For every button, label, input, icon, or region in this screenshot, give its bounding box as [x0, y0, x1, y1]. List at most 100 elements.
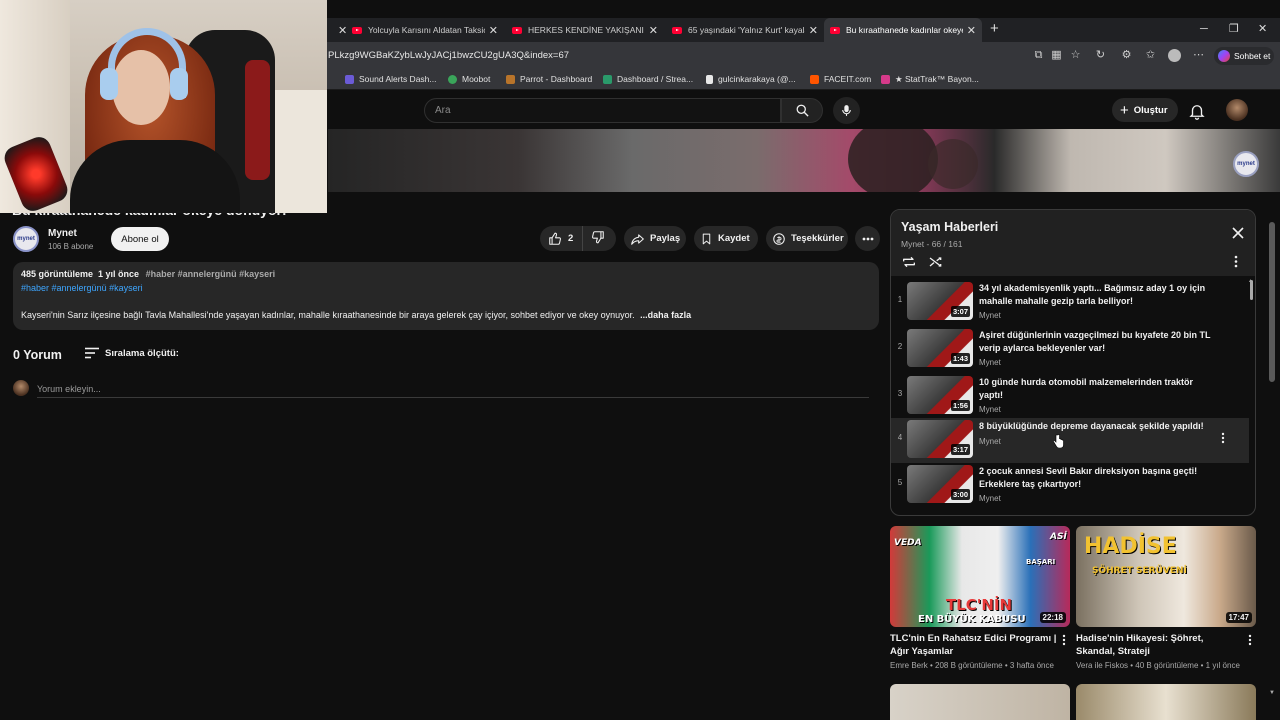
playlist-scrollbar[interactable] — [1250, 280, 1253, 300]
video-thumbnail[interactable]: 3:00 — [907, 465, 973, 503]
description-meta: 485 görüntüleme 1 yıl önce #haber #annel… — [21, 269, 275, 279]
refresh-icon[interactable]: ↻ — [1094, 49, 1107, 62]
sort-comments-button[interactable]: Sıralama ölçütü: — [85, 347, 179, 359]
favorites-icon[interactable]: ✩ — [1144, 49, 1157, 62]
video-thumbnail[interactable]: 3:07 — [907, 282, 973, 320]
star-icon[interactable]: ☆ — [1069, 49, 1082, 62]
show-more-link[interactable]: ...daha fazla — [640, 310, 691, 320]
shuffle-icon[interactable] — [928, 255, 944, 269]
recommended-video-thumbnail-partial[interactable] — [1076, 684, 1256, 720]
bookmark-item[interactable]: Dashboard / Strea... — [603, 74, 693, 84]
playlist-item-title[interactable]: 34 yıl akademisyenlik yaptı... Bağımsız … — [979, 282, 1214, 308]
close-icon[interactable]: ✕ — [489, 24, 498, 37]
dislike-button[interactable] — [583, 230, 605, 247]
browser-tab[interactable]: 65 yaşındaki 'Yalnız Kurt' kayaları ✕ — [666, 18, 824, 42]
playlist-item-title[interactable]: 10 günde hurda otomobil malzemelerinden … — [979, 376, 1214, 402]
bookmark-item[interactable]: Sound Alerts Dash... — [345, 74, 437, 84]
close-icon[interactable]: ✕ — [809, 24, 818, 37]
search-input[interactable] — [425, 99, 780, 122]
more-vertical-icon[interactable] — [1248, 634, 1252, 646]
create-button[interactable]: + Oluştur — [1112, 98, 1178, 122]
playlist-item[interactable]: 3 1:56 10 günde hurda otomobil malzemele… — [891, 374, 1249, 419]
browser-tab[interactable]: HERKES KENDİNE YAKIŞANI YAPSIN ✕ — [506, 18, 664, 42]
video-thumbnail[interactable]: VEDA ASİ BAŞARI TLC'NİN EN BÜYÜK KABUSU … — [890, 526, 1070, 627]
duration-badge: 3:07 — [950, 306, 970, 317]
playlist-item[interactable]: 2 1:43 Aşiret düğünlerinin vazgeçilmezi … — [891, 327, 1249, 372]
channel-watermark[interactable]: mynet — [1233, 151, 1259, 177]
video-player[interactable] — [328, 129, 1280, 192]
playlist-item-hovered[interactable]: 4 3:17 8 büyüklüğünde depreme dayanacak … — [891, 418, 1249, 463]
window-close-icon[interactable]: ✕ — [1258, 18, 1267, 42]
hashtag-links[interactable]: #haber #annelergünü #kayseri — [21, 283, 143, 293]
subscribe-button[interactable]: Abone ol — [111, 227, 169, 251]
scroll-down-icon[interactable]: ▼ — [1269, 690, 1275, 696]
translate-icon[interactable]: ⧉ — [1032, 49, 1045, 62]
video-thumbnail[interactable]: 1:43 — [907, 329, 973, 367]
bookmark-label: gulcinkarakaya (@... — [718, 74, 796, 84]
copilot-label: Sohbet et — [1234, 51, 1271, 61]
user-avatar[interactable] — [1226, 99, 1248, 121]
channel-avatar[interactable]: mynet — [13, 226, 39, 252]
video-thumbnail[interactable]: HADİSE ŞÖHRET SERÜVENİ 17:47 — [1076, 526, 1256, 627]
more-vertical-icon[interactable] — [1062, 634, 1066, 646]
tab-label: Yolcuyla Karısını Aldatan Taksici | B — [368, 25, 485, 35]
playlist-item[interactable]: 5 3:00 2 çocuk annesi Sevil Bakır direks… — [891, 463, 1249, 508]
description-box[interactable]: 485 görüntüleme 1 yıl önce #haber #annel… — [13, 262, 879, 330]
close-icon[interactable]: ✕ — [649, 24, 658, 37]
apps-icon[interactable]: ▦ — [1050, 49, 1063, 62]
bookmark-item[interactable]: gulcinkarakaya (@... — [706, 74, 796, 84]
playlist-title[interactable]: Yaşam Haberleri — [901, 220, 998, 234]
view-count: 485 görüntüleme — [21, 269, 94, 279]
recommended-video-thumbnail-partial[interactable] — [890, 684, 1070, 720]
bookmark-favicon-icon — [448, 74, 457, 84]
more-actions-button[interactable] — [855, 226, 880, 251]
tab-label: HERKES KENDİNE YAKIŞANI YAPSIN — [528, 25, 645, 35]
playlist-item-title[interactable]: 8 büyüklüğünde depreme dayanacak şekilde… — [979, 420, 1214, 433]
minimize-icon[interactable]: ─ — [1200, 18, 1208, 42]
playlist-subtitle: Mynet - 66 / 161 — [901, 239, 963, 249]
video-thumbnail[interactable]: 3:17 — [907, 420, 973, 458]
bookmark-item[interactable]: FACEIT.com — [810, 74, 871, 84]
video-frame-shape — [848, 129, 938, 192]
comment-input[interactable] — [37, 380, 869, 398]
recommended-video[interactable]: VEDA ASİ BAŞARI TLC'NİN EN BÜYÜK KABUSU … — [890, 526, 1070, 670]
recommended-video-title[interactable]: TLC'nin En Rahatsız Edici Programı | Ağı… — [890, 632, 1058, 658]
bookmark-label: Dashboard / Strea... — [617, 74, 694, 84]
browser-tab-active[interactable]: Bu kıraathanede kadınlar okeye de ✕ — [824, 18, 982, 42]
close-icon[interactable]: ✕ — [967, 24, 976, 37]
channel-name[interactable]: Mynet — [48, 228, 77, 239]
maximize-icon[interactable]: ❐ — [1229, 18, 1239, 42]
close-icon[interactable] — [1231, 226, 1245, 240]
more-vertical-icon[interactable] — [1221, 432, 1225, 444]
loop-icon[interactable] — [901, 255, 917, 269]
more-icon[interactable]: ⋯ — [1192, 49, 1205, 62]
thumbnail-text: ŞÖHRET SERÜVENİ — [1092, 566, 1187, 576]
page-scrollbar[interactable] — [1269, 222, 1275, 382]
thumbnail-text: VEDA — [894, 538, 922, 548]
recommended-video[interactable]: HADİSE ŞÖHRET SERÜVENİ 17:47 Hadise'nin … — [1076, 526, 1256, 670]
copilot-button[interactable]: Sohbet et — [1214, 47, 1274, 65]
extensions-icon[interactable]: ⚙ — [1120, 49, 1133, 62]
url-field[interactable]: PLkzg9WGBaKZybLwJyJACj1bwzCU2gUA3Q&index… — [328, 50, 569, 61]
like-button[interactable]: 2 — [540, 226, 583, 251]
profile-icon[interactable] — [1168, 49, 1181, 62]
new-tab-icon[interactable]: + — [990, 18, 1004, 42]
playlist-item[interactable]: 1 3:07 34 yıl akademisyenlik yaptı... Ba… — [891, 280, 1249, 325]
video-thumbnail[interactable]: 1:56 — [907, 376, 973, 414]
more-vertical-icon[interactable] — [1234, 255, 1238, 268]
bookmark-item[interactable]: ★ StatTrak™ Bayon... — [881, 74, 979, 85]
thanks-button[interactable]: Teşekkürler — [766, 226, 848, 251]
share-button[interactable]: Paylaş — [624, 226, 686, 251]
notifications-bell-icon[interactable] — [1188, 102, 1206, 120]
save-button[interactable]: Kaydet — [694, 226, 758, 251]
sort-label: Sıralama ölçütü: — [105, 347, 179, 359]
search-button[interactable] — [781, 98, 823, 123]
bookmark-label: Moobot — [462, 74, 491, 84]
browser-tab[interactable]: Yolcuyla Karısını Aldatan Taksici | B ✕ — [346, 18, 504, 42]
playlist-item-title[interactable]: 2 çocuk annesi Sevil Bakır direksiyon ba… — [979, 465, 1214, 491]
voice-search-button[interactable] — [833, 97, 860, 124]
recommended-video-title[interactable]: Hadise'nin Hikayesi: Şöhret, Skandal, St… — [1076, 632, 1244, 658]
bookmark-item[interactable]: Parrot - Dashboard — [506, 74, 592, 84]
playlist-item-title[interactable]: Aşiret düğünlerinin vazgeçilmezi bu kıya… — [979, 329, 1214, 355]
bookmark-item[interactable]: Moobot — [448, 74, 490, 84]
